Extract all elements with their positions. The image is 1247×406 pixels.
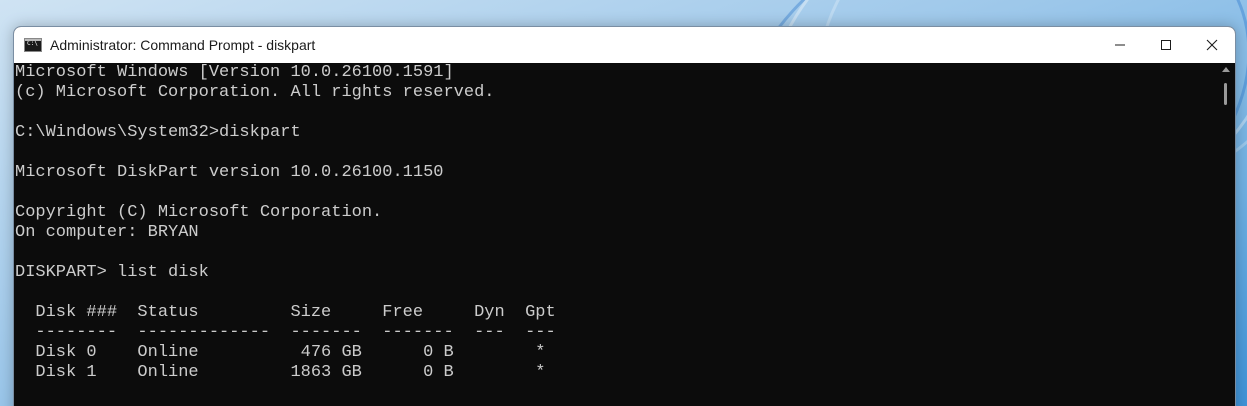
- close-button[interactable]: [1189, 27, 1235, 63]
- console-line: DISKPART> list disk: [15, 263, 209, 282]
- console-line: Disk 1 Online 1863 GB 0 B *: [15, 363, 546, 382]
- scroll-up-arrow-icon[interactable]: [1222, 67, 1230, 72]
- window-title: Administrator: Command Prompt - diskpart: [50, 37, 316, 53]
- console-line: (c) Microsoft Corporation. All rights re…: [15, 83, 495, 102]
- command-prompt-icon[interactable]: [24, 38, 42, 52]
- console-line: Microsoft Windows [Version 10.0.26100.15…: [15, 63, 454, 82]
- maximize-icon: [1161, 40, 1171, 50]
- command-prompt-window: Administrator: Command Prompt - diskpart: [13, 26, 1236, 406]
- close-icon: [1206, 39, 1218, 51]
- console-line: On computer: BRYAN: [15, 223, 199, 242]
- maximize-button[interactable]: [1143, 27, 1189, 63]
- minimize-button[interactable]: [1097, 27, 1143, 63]
- console-output[interactable]: Microsoft Windows [Version 10.0.26100.15…: [14, 63, 1217, 406]
- title-bar[interactable]: Administrator: Command Prompt - diskpart: [14, 27, 1235, 63]
- console-line: Microsoft DiskPart version 10.0.26100.11…: [15, 163, 444, 182]
- console-text: Microsoft Windows [Version 10.0.26100.15…: [14, 63, 1217, 383]
- console-line: Copyright (C) Microsoft Corporation.: [15, 203, 383, 222]
- console-line: C:\Windows\System32>diskpart: [15, 123, 301, 142]
- vertical-scrollbar[interactable]: [1217, 63, 1235, 406]
- console-line: -------- ------------- ------- ------- -…: [15, 323, 556, 342]
- scroll-thumb[interactable]: [1224, 83, 1227, 105]
- window-controls: [1097, 27, 1235, 63]
- console-line: Disk 0 Online 476 GB 0 B *: [15, 343, 546, 362]
- console-line: Disk ### Status Size Free Dyn Gpt: [15, 303, 556, 322]
- minimize-icon: [1115, 44, 1125, 46]
